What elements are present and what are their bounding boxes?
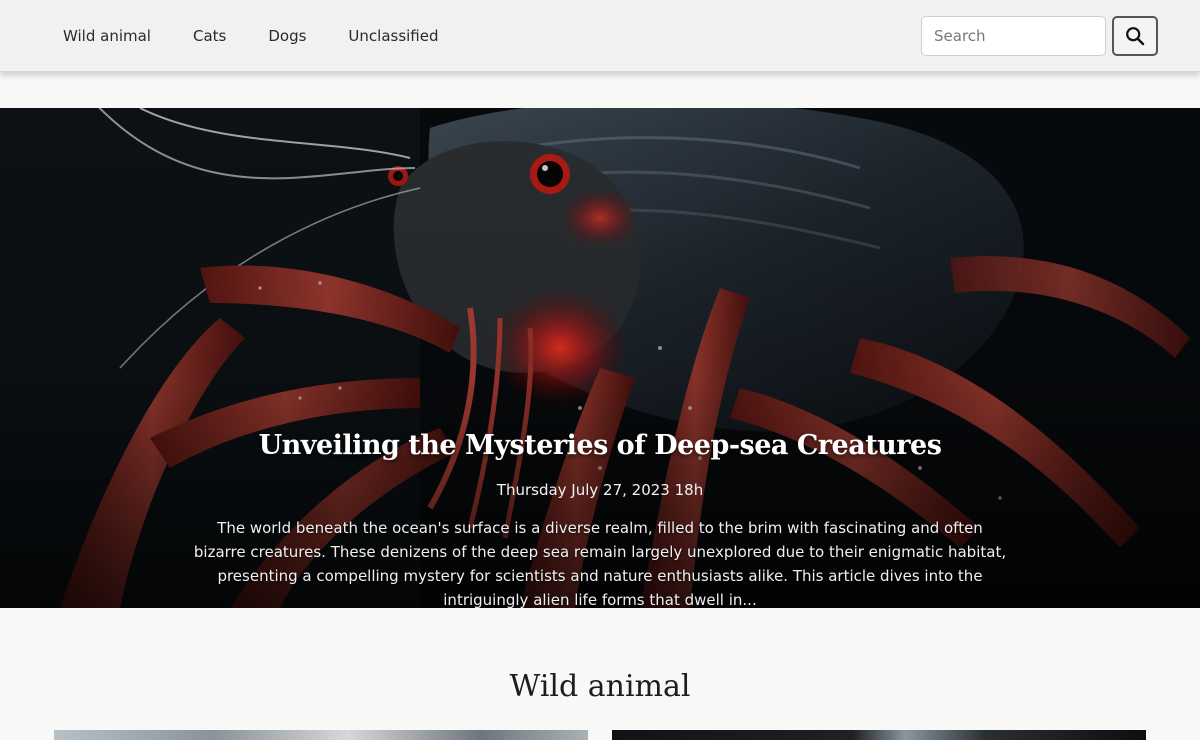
nav-menu: Wild animal Cats Dogs Unclassified	[42, 0, 460, 72]
hero-article-title[interactable]: Unveiling the Mysteries of Deep-sea Crea…	[150, 426, 1050, 466]
featured-article-hero[interactable]: Unveiling the Mysteries of Deep-sea Crea…	[0, 108, 1200, 608]
nav-item-wild-animal: Wild animal	[42, 0, 172, 72]
nav-link-unclassified[interactable]: Unclassified	[327, 0, 459, 72]
top-navbar: Wild animal Cats Dogs Unclassified	[0, 0, 1200, 72]
nav-item-unclassified: Unclassified	[327, 0, 459, 72]
search-input[interactable]	[921, 16, 1106, 56]
nav-link-cats[interactable]: Cats	[172, 0, 247, 72]
nav-item-dogs: Dogs	[247, 0, 327, 72]
nav-link-dogs[interactable]: Dogs	[247, 0, 327, 72]
section-title-wild-animal: Wild animal	[509, 669, 691, 704]
nav-item-cats: Cats	[172, 0, 247, 72]
search-icon	[1126, 27, 1145, 46]
search-button[interactable]	[1112, 16, 1158, 56]
nav-link-wild-animal[interactable]: Wild animal	[42, 0, 172, 72]
article-card-thumbnail[interactable]	[612, 730, 1146, 740]
hero-text-block: Unveiling the Mysteries of Deep-sea Crea…	[150, 426, 1050, 608]
hero-article-excerpt: The world beneath the ocean's surface is…	[193, 519, 1007, 608]
hero-article-date: Thursday July 27, 2023 18h	[496, 481, 704, 499]
article-card-thumbnail[interactable]	[54, 730, 588, 740]
